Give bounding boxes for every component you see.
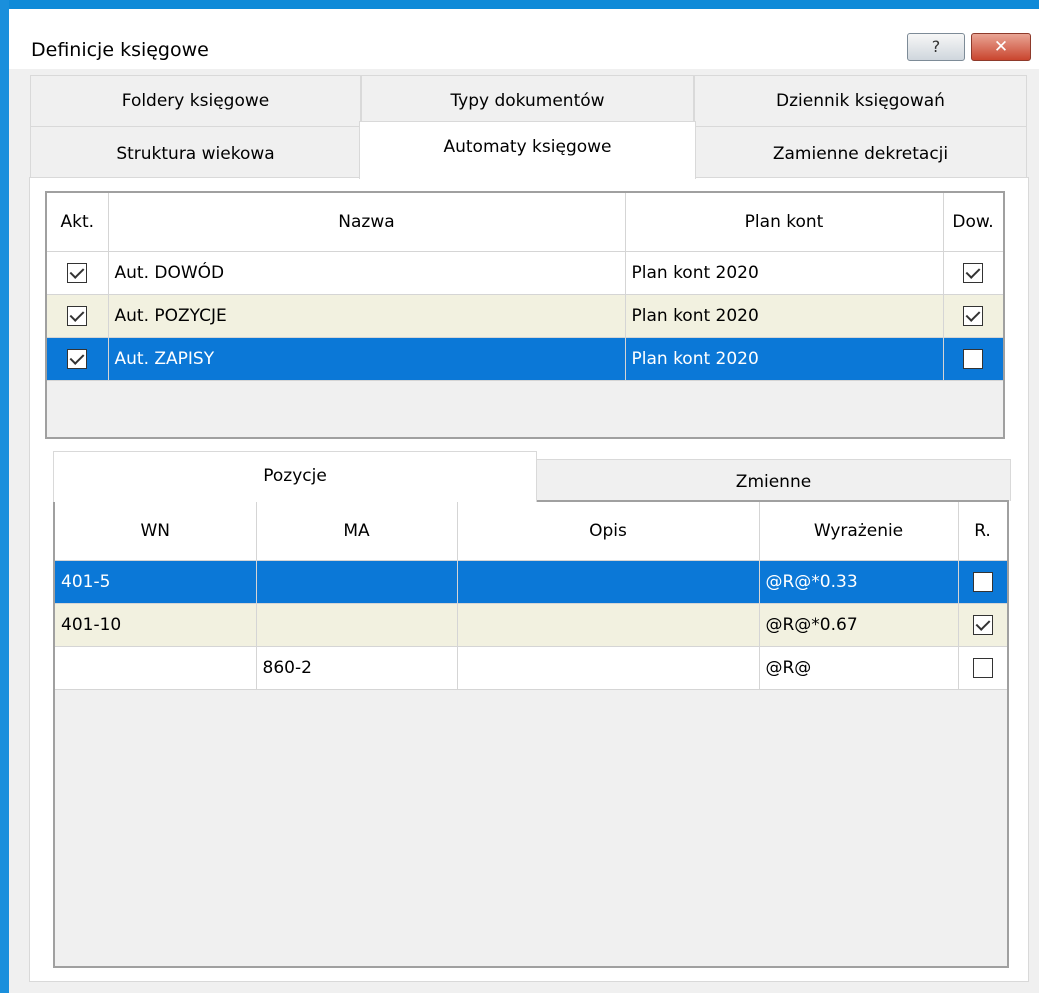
table-row-selected[interactable]: Aut. ZAPISY Plan kont 2020: [47, 337, 1003, 381]
r-cell[interactable]: [958, 560, 1007, 604]
window-border: [0, 0, 9, 993]
dow-checkbox[interactable]: [963, 349, 983, 369]
automaty-header-row: Akt. Nazwa Plan kont Dow.: [47, 193, 1003, 252]
tab-pozycje[interactable]: Pozycje: [53, 451, 537, 502]
table-row[interactable]: Aut. POZYCJE Plan kont 2020: [47, 294, 1003, 338]
opis-cell[interactable]: [457, 560, 760, 604]
wyrazenie-cell[interactable]: @R@*0.67: [759, 603, 959, 647]
dow-checkbox[interactable]: [963, 306, 983, 326]
col-header-wn[interactable]: WN: [55, 502, 257, 561]
tab-foldery-ksiegowe[interactable]: Foldery księgowe: [30, 75, 361, 126]
akt-checkbox[interactable]: [67, 349, 88, 369]
pozycje-header-row: WN MA Opis Wyrażenie R.: [55, 502, 1007, 561]
opis-cell[interactable]: [457, 603, 760, 647]
r-checkbox[interactable]: [972, 572, 993, 592]
plan-kont-cell[interactable]: Plan kont 2020: [625, 337, 944, 381]
opis-cell[interactable]: [457, 646, 760, 690]
ma-cell[interactable]: [256, 603, 458, 647]
tab-typy-dokumentow[interactable]: Typy dokumentów: [361, 75, 694, 126]
nazwa-cell[interactable]: Aut. DOWÓD: [108, 251, 626, 295]
akt-cell[interactable]: [47, 251, 109, 295]
pozycje-grid: WN MA Opis Wyrażenie R. 401-5 @R@*0.33 4…: [53, 500, 1009, 968]
tab-zamienne-dekretacji[interactable]: Zamienne dekretacji: [694, 126, 1027, 177]
dow-cell[interactable]: [943, 294, 1003, 338]
r-cell[interactable]: [958, 603, 1007, 647]
col-header-r[interactable]: R.: [958, 502, 1007, 561]
col-header-ma[interactable]: MA: [256, 502, 458, 561]
r-cell[interactable]: [958, 646, 1007, 690]
automaty-grid: Akt. Nazwa Plan kont Dow. Aut. DOWÓD Pla…: [45, 191, 1005, 439]
plan-kont-cell[interactable]: Plan kont 2020: [625, 251, 944, 295]
akt-cell[interactable]: [47, 337, 109, 381]
akt-checkbox[interactable]: [67, 306, 88, 326]
tab-automaty-ksiegowe[interactable]: Automaty księgowe: [359, 121, 696, 179]
r-checkbox[interactable]: [972, 658, 993, 678]
wyrazenie-cell[interactable]: @R@*0.33: [759, 560, 959, 604]
tab-struktura-wiekowa[interactable]: Struktura wiekowa: [30, 126, 361, 177]
table-row-selected[interactable]: 401-5 @R@*0.33: [55, 560, 1007, 604]
ma-cell[interactable]: 860-2: [256, 646, 458, 690]
wyrazenie-cell[interactable]: @R@: [759, 646, 959, 690]
col-header-wyrazenie[interactable]: Wyrażenie: [759, 502, 959, 561]
r-checkbox[interactable]: [972, 615, 993, 635]
col-header-nazwa[interactable]: Nazwa: [108, 193, 626, 252]
table-row[interactable]: 401-10 @R@*0.67: [55, 603, 1007, 647]
tab-dziennik-ksiegowan[interactable]: Dziennik księgowań: [694, 75, 1027, 126]
ma-cell[interactable]: [256, 560, 458, 604]
table-row[interactable]: Aut. DOWÓD Plan kont 2020: [47, 251, 1003, 295]
dialog-client: Foldery księgowe Typy dokumentów Dzienni…: [9, 69, 1039, 993]
col-header-opis[interactable]: Opis: [457, 502, 760, 561]
help-button[interactable]: ?: [907, 33, 965, 61]
wn-cell[interactable]: [55, 646, 257, 690]
akt-cell[interactable]: [47, 294, 109, 338]
dow-cell[interactable]: [943, 251, 1003, 295]
table-row[interactable]: 860-2 @R@: [55, 646, 1007, 690]
akt-checkbox[interactable]: [67, 263, 88, 283]
dow-checkbox[interactable]: [963, 263, 983, 283]
nazwa-cell[interactable]: Aut. POZYCJE: [108, 294, 626, 338]
close-icon: ✕: [993, 37, 1009, 57]
wn-cell[interactable]: 401-10: [55, 603, 257, 647]
wn-cell[interactable]: 401-5: [55, 560, 257, 604]
col-header-plan-kont[interactable]: Plan kont: [625, 193, 944, 252]
dow-cell[interactable]: [943, 337, 1003, 381]
close-button[interactable]: ✕: [971, 33, 1031, 61]
help-icon: ?: [931, 37, 941, 56]
col-header-dow[interactable]: Dow.: [943, 193, 1003, 252]
window: Definicje księgowe ? ✕ Foldery księgowe …: [0, 0, 1039, 993]
automaty-ksiegowe-pane: Akt. Nazwa Plan kont Dow. Aut. DOWÓD Pla…: [29, 177, 1029, 982]
plan-kont-cell[interactable]: Plan kont 2020: [625, 294, 944, 338]
title-bar[interactable]: Definicje księgowe ? ✕: [9, 9, 1039, 69]
col-header-akt[interactable]: Akt.: [47, 193, 109, 252]
window-title: Definicje księgowe: [31, 39, 209, 61]
nazwa-cell[interactable]: Aut. ZAPISY: [108, 337, 626, 381]
tab-zmienne[interactable]: Zmienne: [536, 459, 1011, 501]
